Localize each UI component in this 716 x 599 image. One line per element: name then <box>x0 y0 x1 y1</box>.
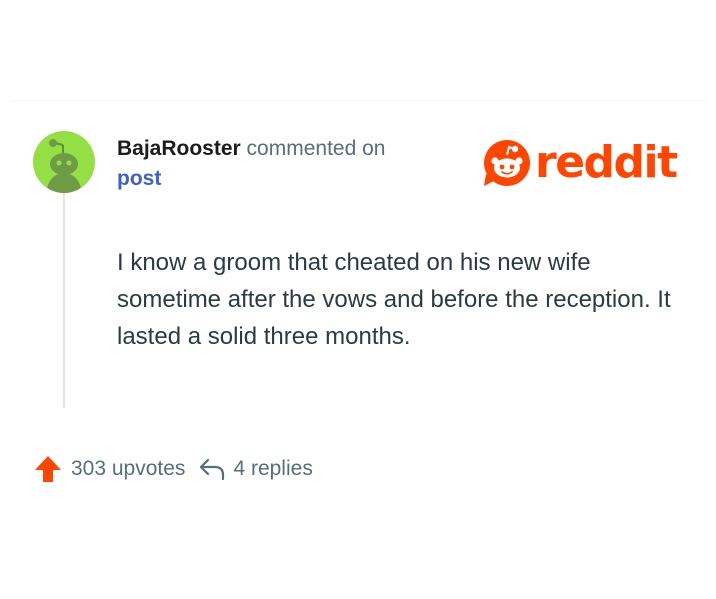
comment-actions: 303 upvotes 4 replies <box>33 454 313 484</box>
upvote-arrow-icon[interactable] <box>33 454 63 484</box>
comment-header: BajaRooster commented on post <box>117 134 457 194</box>
snoo-avatar-icon <box>47 139 81 193</box>
reply-count[interactable]: 4 replies <box>233 457 312 481</box>
comment-body: I know a groom that cheated on his new w… <box>117 249 671 350</box>
reddit-logo: reddit <box>482 137 678 189</box>
reddit-snoo-icon <box>484 140 530 186</box>
action-text: commented on <box>246 137 386 160</box>
thread-line <box>63 193 65 408</box>
post-link[interactable]: post <box>117 164 457 194</box>
upvote-count: 303 upvotes <box>71 457 186 480</box>
username-link[interactable]: BajaRooster <box>117 137 241 160</box>
user-avatar[interactable] <box>33 131 95 193</box>
card-divider <box>10 100 706 101</box>
reply-arrow-icon[interactable] <box>197 454 227 484</box>
reddit-wordmark: reddit <box>535 137 678 188</box>
